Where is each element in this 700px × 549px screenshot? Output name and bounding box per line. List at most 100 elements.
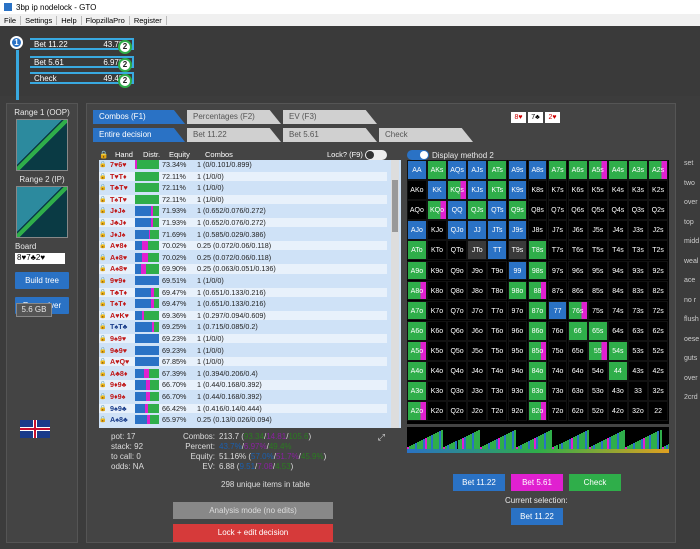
grid-cell[interactable]: K9s: [507, 180, 528, 200]
lock-icon[interactable]: 🔒: [99, 277, 107, 284]
grid-cell[interactable]: T2o: [487, 401, 508, 421]
grid-cell[interactable]: 93s: [628, 260, 648, 281]
grid-cell[interactable]: 98o: [507, 280, 528, 301]
grid-cell[interactable]: 86o: [527, 320, 548, 341]
grid-cell[interactable]: QQ: [447, 200, 467, 220]
menu-register[interactable]: Register: [130, 15, 167, 25]
grid-cell[interactable]: K6o: [427, 320, 447, 341]
lock-icon[interactable]: 🔒: [99, 416, 107, 423]
grid-cell[interactable]: T8s: [527, 240, 548, 261]
grid-cell[interactable]: Q7s: [547, 200, 568, 220]
grid-cell[interactable]: Q2s: [648, 200, 668, 220]
table-row[interactable]: 🔒 A♠8♥ 69.90% 0.25 (0.063/0.051/0.136): [99, 264, 387, 274]
lock-icon[interactable]: 🔒: [99, 381, 107, 388]
grid-cell[interactable]: 54o: [587, 361, 608, 381]
table-row[interactable]: 🔒 7♥6♥ 73.34% 1 (0/0.101/0.899): [99, 160, 387, 170]
grid-cell[interactable]: 42o: [608, 401, 628, 421]
grid-cell[interactable]: 97s: [547, 260, 568, 281]
tab-combos[interactable]: Combos (F1): [93, 110, 185, 124]
grid-cell[interactable]: 99: [507, 260, 528, 281]
grid-cell[interactable]: Q8o: [447, 280, 467, 301]
grid-cell[interactable]: K4s: [608, 180, 628, 200]
grid-cell[interactable]: A3o: [407, 381, 427, 401]
lock-icon[interactable]: 🔒: [99, 231, 107, 238]
lock-icon[interactable]: 🔒: [99, 289, 107, 296]
table-row[interactable]: 🔒 9♦9♣ 66.70% 1 (0.44/0.168/0.392): [99, 380, 387, 390]
grid-cell[interactable]: AKo: [407, 180, 427, 200]
lock-icon[interactable]: 🔒: [99, 358, 107, 365]
grid-cell[interactable]: KTs: [487, 180, 508, 200]
col-distr[interactable]: Distr.: [143, 150, 160, 159]
grid-cell[interactable]: 54s: [608, 340, 628, 361]
grid-cell[interactable]: Q3o: [447, 381, 467, 401]
grid-cell[interactable]: JTo: [467, 240, 488, 261]
tab-ev[interactable]: EV (F3): [283, 110, 377, 124]
table-row[interactable]: 🔒 9♠9♣ 66.42% 1 (0.416/0.14/0.444): [99, 403, 387, 413]
grid-cell[interactable]: 82o: [527, 401, 548, 421]
grid-cell[interactable]: 73o: [547, 381, 568, 401]
tab-check[interactable]: Check: [379, 128, 473, 142]
table-row[interactable]: 🔒 A♥Q♥ 67.85% 1 (1/0/0): [99, 357, 387, 367]
grid-cell[interactable]: 64o: [567, 361, 588, 381]
lock-icon[interactable]: 🔒: [99, 370, 107, 377]
grid-cell[interactable]: 95o: [507, 340, 528, 361]
grid-cell[interactable]: KQo: [427, 200, 447, 220]
table-row[interactable]: 🔒 A♠8♣ 65.97% 0.25 (0.13/0.026/0.094): [99, 415, 387, 425]
grid-cell[interactable]: 95s: [587, 260, 608, 281]
grid-cell[interactable]: AQs: [447, 160, 467, 180]
grid-cell[interactable]: 65s: [587, 320, 608, 341]
grid-cell[interactable]: A4o: [407, 361, 427, 381]
grid-cell[interactable]: 93o: [507, 381, 528, 401]
grid-cell[interactable]: 32s: [648, 381, 668, 401]
grid-cell[interactable]: KK: [427, 180, 447, 200]
grid-cell[interactable]: K6s: [567, 180, 588, 200]
table-row[interactable]: 🔒 J♦J♠ 71.69% 1 (0.585/0.029/0.386): [99, 229, 387, 239]
grid-cell[interactable]: 65o: [567, 340, 588, 361]
table-row[interactable]: 🔒 9♠9♥ 69.23% 1 (1/0/0): [99, 334, 387, 344]
grid-cell[interactable]: T7s: [547, 240, 568, 261]
grid-cell[interactable]: T5o: [487, 340, 508, 361]
grid-cell[interactable]: QJs: [467, 200, 488, 220]
grid-cell[interactable]: T8o: [487, 280, 508, 301]
grid-cell[interactable]: T6s: [567, 240, 588, 261]
lock-icon[interactable]: 🔒: [99, 393, 107, 400]
table-row[interactable]: 🔒 T♠T♥ 72.11% 1 (1/0/0): [99, 194, 387, 204]
grid-cell[interactable]: K4o: [427, 361, 447, 381]
tab-percentages[interactable]: Percentages (F2): [187, 110, 281, 124]
lock-icon[interactable]: 🔒: [99, 161, 107, 168]
grid-cell[interactable]: T3s: [628, 240, 648, 261]
col-combos[interactable]: Combos: [205, 150, 233, 159]
grid-cell[interactable]: J6o: [467, 320, 488, 341]
grid-cell[interactable]: 76o: [547, 320, 568, 341]
child-node[interactable]: 2: [118, 40, 132, 54]
board-input[interactable]: 8♥7♣2♥: [15, 253, 65, 264]
grid-cell[interactable]: AKs: [427, 160, 447, 180]
lock-icon[interactable]: 🔒: [99, 405, 107, 412]
grid-cell[interactable]: 55: [587, 340, 608, 361]
grid-cell[interactable]: K5o: [427, 340, 447, 361]
lock-icon[interactable]: 🔒: [99, 207, 107, 214]
bet-5-button[interactable]: Bet 5.61: [511, 474, 563, 491]
grid-cell[interactable]: J7s: [547, 220, 568, 241]
tab-entire-decision[interactable]: Entire decision: [93, 128, 185, 142]
grid-cell[interactable]: KJo: [427, 220, 447, 241]
grid-cell[interactable]: 43s: [628, 361, 648, 381]
grid-cell[interactable]: 33: [628, 381, 648, 401]
menu-flopzillapro[interactable]: FlopzillaPro: [82, 15, 130, 25]
grid-cell[interactable]: A8s: [527, 160, 548, 180]
grid-cell[interactable]: J6s: [567, 220, 588, 241]
range2-thumbnail[interactable]: [16, 186, 68, 238]
lock-icon[interactable]: 🔒: [99, 219, 107, 226]
grid-cell[interactable]: K3o: [427, 381, 447, 401]
grid-cell[interactable]: 74s: [608, 300, 628, 321]
grid-cell[interactable]: 82s: [648, 280, 668, 301]
grid-cell[interactable]: 66: [567, 320, 588, 341]
grid-cell[interactable]: 53s: [628, 340, 648, 361]
grid-cell[interactable]: 52o: [587, 401, 608, 421]
grid-cell[interactable]: K2o: [427, 401, 447, 421]
table-row[interactable]: 🔒 9♣9♥ 69.23% 1 (1/0/0): [99, 345, 387, 355]
lock-icon[interactable]: 🔒: [99, 300, 107, 307]
grid-cell[interactable]: 83s: [628, 280, 648, 301]
grid-cell[interactable]: J2s: [648, 220, 668, 241]
scrollbar-thumb[interactable]: [392, 180, 398, 232]
